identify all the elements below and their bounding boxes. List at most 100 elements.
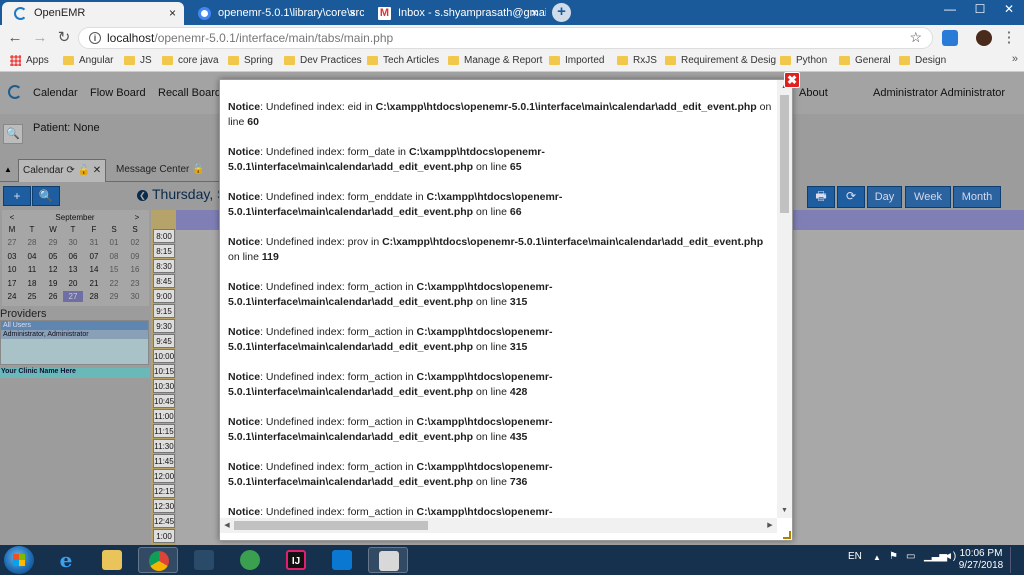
system-clock[interactable]: 10:06 PM 9/27/2018 xyxy=(956,548,1006,572)
time-slot[interactable]: 9:00 xyxy=(153,289,175,303)
lock-icon[interactable]: 🔓 xyxy=(78,165,90,176)
search-event-button[interactable]: 🔍 xyxy=(32,186,60,206)
address-bar[interactable]: i localhost/openemr-5.0.1/interface/main… xyxy=(78,27,933,49)
calendar-day[interactable]: 16 xyxy=(125,264,145,275)
bookmark-folder[interactable]: RxJS xyxy=(617,55,657,66)
calendar-day[interactable]: 01 xyxy=(104,237,124,248)
day-view-button[interactable]: Day xyxy=(867,186,902,208)
bookmark-folder[interactable]: JS xyxy=(124,55,152,66)
vertical-scrollbar[interactable]: ▲ ▼ xyxy=(777,80,792,518)
calendar-day[interactable]: 13 xyxy=(63,264,83,275)
tab-message-center[interactable]: Message Center 🔓 xyxy=(112,159,218,182)
collapse-icon[interactable]: ▲ xyxy=(4,165,12,174)
menu-calendar[interactable]: Calendar xyxy=(33,87,78,99)
resize-handle-icon[interactable] xyxy=(783,531,791,539)
refresh-icon[interactable]: ⟳ xyxy=(66,165,74,176)
browser-tab-github[interactable]: openemr-5.0.1\library\core\src\H × xyxy=(186,2,364,25)
menu-recall-board[interactable]: Recall Board xyxy=(158,87,221,99)
bookmark-star-icon[interactable]: ☆ xyxy=(909,29,922,46)
time-slot[interactable]: 11:30 xyxy=(153,439,175,453)
battery-icon[interactable]: ▭ xyxy=(906,551,915,562)
calendar-day[interactable]: 25 xyxy=(22,291,42,302)
time-slot[interactable]: 8:30 xyxy=(153,259,175,273)
time-slot[interactable]: 9:15 xyxy=(153,304,175,318)
close-tab-icon[interactable]: × xyxy=(169,2,176,24)
bookmark-folder[interactable]: Spring xyxy=(228,55,273,66)
time-slot[interactable]: 10:45 xyxy=(153,394,175,408)
maximize-button[interactable]: ☐ xyxy=(965,0,995,20)
start-button[interactable] xyxy=(4,546,34,574)
calendar-day[interactable]: 21 xyxy=(84,278,104,289)
extension-icon[interactable] xyxy=(942,30,958,46)
bookmark-folder[interactable]: Requirement & Desig xyxy=(665,55,776,66)
scroll-thumb[interactable] xyxy=(234,521,428,530)
calendar-day[interactable]: 02 xyxy=(125,237,145,248)
time-slot[interactable]: 11:45 xyxy=(153,454,175,468)
time-slot[interactable]: 8:45 xyxy=(153,274,175,288)
menu-user[interactable]: Administrator Administrator xyxy=(873,87,1005,99)
flag-icon[interactable]: ⚑ xyxy=(889,551,898,562)
back-button[interactable]: ← xyxy=(6,29,24,47)
browser-tab-openemr[interactable]: OpenEMR × xyxy=(2,2,184,25)
calendar-day[interactable]: 20 xyxy=(63,278,83,289)
bookmark-folder[interactable]: Design xyxy=(899,55,946,66)
calendar-day[interactable]: 30 xyxy=(63,237,83,248)
next-month-button[interactable]: > xyxy=(127,212,147,223)
calendar-day[interactable]: 23 xyxy=(125,278,145,289)
taskbar-app[interactable] xyxy=(184,547,224,573)
taskbar-paint[interactable] xyxy=(368,547,408,573)
calendar-day[interactable]: 18 xyxy=(22,278,42,289)
minimize-button[interactable]: — xyxy=(935,0,965,20)
calendar-day[interactable]: 27 xyxy=(2,237,22,248)
calendar-day[interactable]: 30 xyxy=(125,291,145,302)
taskbar-ie[interactable]: e xyxy=(46,547,86,573)
calendar-day[interactable]: 08 xyxy=(104,251,124,262)
calendar-day[interactable]: 19 xyxy=(43,278,63,289)
close-window-button[interactable]: ✕ xyxy=(994,0,1024,20)
calendar-day[interactable]: 24 xyxy=(2,291,22,302)
taskbar-chrome[interactable] xyxy=(138,547,178,573)
close-tab-icon[interactable]: × xyxy=(531,2,538,24)
time-slot[interactable]: 11:15 xyxy=(153,424,175,438)
provider-option[interactable]: All Users xyxy=(1,321,148,330)
print-button[interactable]: 🖶 xyxy=(807,186,835,208)
bookmark-folder[interactable]: Tech Articles xyxy=(367,55,439,66)
volume-icon[interactable]: ◄) xyxy=(943,551,956,562)
scroll-left-icon[interactable]: ◀ xyxy=(220,518,234,533)
time-slot[interactable]: 12:30 xyxy=(153,499,175,513)
calendar-day[interactable]: 22 xyxy=(104,278,124,289)
provider-option[interactable]: Administrator, Administrator xyxy=(1,330,148,339)
bookmark-folder[interactable]: Python xyxy=(780,55,827,66)
time-slot[interactable]: 10:30 xyxy=(153,379,175,393)
scroll-thumb[interactable] xyxy=(780,95,789,213)
menu-about[interactable]: About xyxy=(799,87,828,99)
time-slot[interactable]: 10:00 xyxy=(153,349,175,363)
bookmark-folder[interactable]: Manage & Report xyxy=(448,55,542,66)
time-slot[interactable]: 9:30 xyxy=(153,319,175,333)
calendar-day[interactable]: 28 xyxy=(84,291,104,302)
scroll-down-icon[interactable]: ▼ xyxy=(777,504,792,518)
language-indicator[interactable]: EN xyxy=(848,551,862,562)
calendar-day[interactable]: 12 xyxy=(43,264,63,275)
show-desktop-button[interactable] xyxy=(1010,547,1020,573)
time-slot[interactable]: 11:00 xyxy=(153,409,175,423)
time-slot[interactable]: 10:15 xyxy=(153,364,175,378)
browser-menu-icon[interactable]: ⋮ xyxy=(1000,29,1018,47)
calendar-day[interactable]: 28 xyxy=(22,237,42,248)
calendar-day[interactable]: 11 xyxy=(22,264,42,275)
add-event-button[interactable]: + xyxy=(3,186,31,206)
calendar-day[interactable]: 10 xyxy=(2,264,22,275)
calendar-day[interactable]: 09 xyxy=(125,251,145,262)
url-text[interactable]: localhost/openemr-5.0.1/interface/main/t… xyxy=(107,31,393,45)
more-bookmarks-button[interactable]: » xyxy=(1012,53,1018,65)
taskbar-explorer[interactable] xyxy=(92,547,132,573)
bookmark-folder[interactable]: Angular xyxy=(63,55,113,66)
bookmark-folder[interactable]: General xyxy=(839,55,891,66)
time-slot[interactable]: 12:00 xyxy=(153,469,175,483)
bookmark-folder[interactable]: core java xyxy=(162,55,219,66)
calendar-day[interactable]: 29 xyxy=(104,291,124,302)
calendar-day[interactable]: 31 xyxy=(84,237,104,248)
menu-flow-board[interactable]: Flow Board xyxy=(90,87,146,99)
new-tab-button[interactable]: + xyxy=(552,3,571,22)
time-slot[interactable]: 12:45 xyxy=(153,514,175,528)
